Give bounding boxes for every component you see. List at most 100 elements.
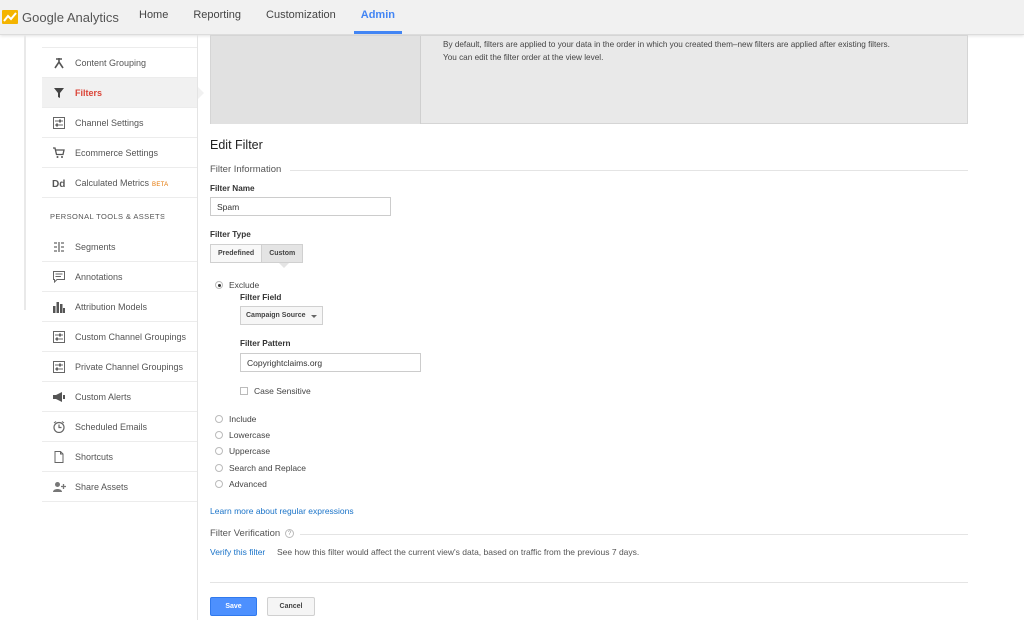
sidebar-item-label: Ecommerce Settings (75, 147, 159, 158)
radio-button[interactable] (215, 281, 223, 289)
sidebar-item-label: Private Channel Groupings (75, 361, 184, 372)
filter-pattern-label: Filter Pattern (240, 339, 291, 348)
sidebar-column-divider (24, 35, 26, 310)
sidebar-item-label: Shortcuts (75, 451, 114, 462)
calculated-metrics-icon: Dd (52, 176, 66, 190)
sidebar-item-label: Channel Settings (75, 117, 144, 128)
sidebar-item-calculated-metrics[interactable]: Dd Calculated Metrics BETA (42, 168, 197, 198)
sidebar-item-shortcuts[interactable]: Shortcuts (42, 442, 197, 472)
tab-home[interactable]: Home (132, 0, 175, 34)
case-sensitive-checkbox[interactable] (240, 387, 248, 395)
filter-icon (52, 86, 66, 100)
radio-button[interactable] (215, 447, 223, 455)
radio-button[interactable] (215, 415, 223, 423)
sidebar-item-filters[interactable]: Filters (42, 78, 204, 108)
sidebar-item-label: Filters (75, 87, 103, 98)
notice-side-panel (211, 36, 421, 124)
sidebar-item-label: Custom Channel Groupings (75, 331, 187, 342)
beta-badge: BETA (152, 181, 169, 188)
radio-label: Uppercase (229, 446, 271, 456)
cart-icon (52, 146, 66, 160)
content-grouping-icon (52, 56, 66, 70)
radio-label: Advanced (229, 479, 267, 489)
channel-grouping-icon (52, 360, 66, 374)
filter-pattern-input[interactable] (240, 353, 421, 372)
top-bar: Google Analytics Home Reporting Customiz… (0, 0, 1024, 35)
sidebar-item-label: Calculated Metrics BETA (75, 177, 169, 188)
sidebar-item-custom-alerts[interactable]: Custom Alerts (42, 382, 197, 412)
admin-sidebar: Content Grouping Filters Channel Setting… (42, 35, 204, 620)
brand[interactable]: Google Analytics (2, 8, 119, 26)
footer-divider (210, 582, 968, 583)
channel-settings-icon (52, 116, 66, 130)
verify-description: See how this filter would affect the cur… (277, 547, 640, 557)
filter-information-heading: Filter Information (210, 164, 282, 175)
sidebar-item-channel-settings[interactable]: Channel Settings (42, 108, 197, 138)
sidebar-item-private-channel-groupings[interactable]: Private Channel Groupings (42, 352, 197, 382)
radio-label: Lowercase (229, 430, 271, 440)
sidebar-item-content-grouping[interactable]: Content Grouping (42, 48, 197, 78)
radio-advanced[interactable]: Advanced (215, 479, 267, 489)
sidebar-item-custom-channel-groupings[interactable]: Custom Channel Groupings (42, 322, 197, 352)
filter-type-custom[interactable]: Custom (262, 244, 304, 268)
verify-filter-link[interactable]: Verify this filter (210, 547, 265, 557)
sidebar-item-label: Scheduled Emails (75, 421, 148, 432)
main-nav: Home Reporting Customization Admin (132, 0, 413, 34)
radio-exclude[interactable]: Exclude (215, 280, 259, 290)
filter-name-label: Filter Name (210, 184, 255, 193)
radio-label: Exclude (229, 280, 260, 290)
page-title: Edit Filter (210, 138, 263, 152)
sidebar-item-label: Attribution Models (75, 301, 148, 312)
regex-help-link[interactable]: Learn more about regular expressions (210, 506, 354, 516)
segments-icon (52, 240, 66, 254)
megaphone-icon (52, 390, 66, 404)
notice-line-1: By default, filters are applied to your … (443, 40, 890, 49)
filter-field-value: Campaign Source (246, 312, 306, 319)
notice-text: By default, filters are applied to your … (443, 38, 890, 64)
tab-customization[interactable]: Customization (259, 0, 343, 34)
caret-down-icon (311, 315, 317, 318)
filter-type-label: Filter Type (210, 230, 251, 239)
tab-reporting[interactable]: Reporting (186, 0, 248, 34)
bar-chart-icon (52, 300, 66, 314)
filter-order-notice: By default, filters are applied to your … (210, 35, 968, 124)
radio-search-and-replace[interactable]: Search and Replace (215, 463, 306, 473)
sidebar-item-label: Annotations (75, 271, 123, 282)
filter-name-input[interactable] (210, 197, 391, 216)
section-divider (290, 170, 968, 171)
sidebar-item-ecommerce-settings[interactable]: Ecommerce Settings (42, 138, 197, 168)
annotations-icon (52, 270, 66, 284)
radio-button[interactable] (215, 480, 223, 488)
analytics-logo-icon (2, 10, 18, 24)
sidebar-section-heading: PERSONAL TOOLS & ASSETS (42, 198, 197, 232)
filter-verification-heading: Filter Verification (210, 528, 281, 539)
radio-lowercase[interactable]: Lowercase (215, 430, 270, 440)
tab-admin[interactable]: Admin (353, 0, 402, 34)
svg-text:Dd: Dd (52, 179, 65, 189)
sidebar-item-segments[interactable]: Segments (42, 232, 197, 262)
sidebar-item-label: Share Assets (75, 481, 129, 492)
case-sensitive-option[interactable]: Case Sensitive (240, 386, 311, 396)
document-icon (52, 450, 66, 464)
filter-field-select[interactable]: Campaign Source (240, 306, 323, 325)
section-divider (300, 534, 968, 535)
help-icon[interactable]: ? (285, 529, 294, 538)
sidebar-item-annotations[interactable]: Annotations (42, 262, 197, 292)
sidebar-item-share-assets[interactable]: Share Assets (42, 472, 197, 502)
brand-name: Google Analytics (22, 9, 119, 25)
radio-button[interactable] (215, 464, 223, 472)
radio-label: Include (229, 414, 257, 424)
add-person-icon (52, 480, 66, 494)
radio-button[interactable] (215, 431, 223, 439)
radio-include[interactable]: Include (215, 414, 256, 424)
cancel-button[interactable]: Cancel (267, 597, 315, 616)
radio-uppercase[interactable]: Uppercase (215, 446, 270, 456)
clock-icon (52, 420, 66, 434)
filter-type-predefined[interactable]: Predefined (210, 244, 263, 263)
filter-type-toggle: Predefined Custom (210, 244, 304, 268)
sidebar-scrolled-item (42, 35, 197, 48)
sidebar-item-scheduled-emails[interactable]: Scheduled Emails (42, 412, 197, 442)
notice-line-2: You can edit the filter order at the vie… (443, 53, 604, 62)
save-button[interactable]: Save (210, 597, 257, 616)
sidebar-item-attribution-models[interactable]: Attribution Models (42, 292, 197, 322)
